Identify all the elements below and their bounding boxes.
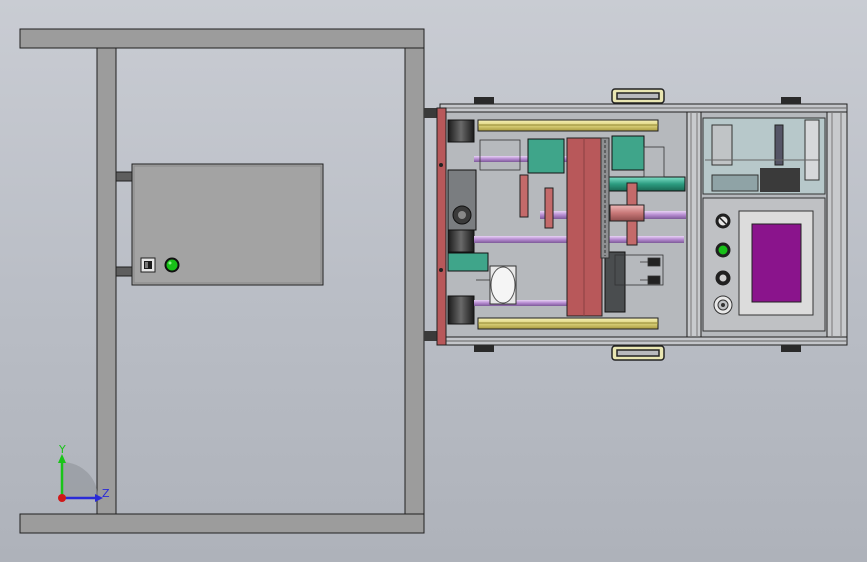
control-box[interactable] [131, 163, 324, 286]
origin-icon [58, 494, 66, 502]
emergency-stop-icon[interactable] [715, 213, 731, 229]
machine-assembly[interactable] [424, 88, 848, 361]
cad-viewport[interactable]: Y Z [0, 0, 867, 562]
frame-top-beam[interactable] [19, 28, 425, 49]
touch-screen[interactable] [751, 223, 802, 303]
rocker-switch-icon[interactable] [140, 257, 156, 273]
y-axis-label: Y [58, 443, 66, 456]
green-start-button-icon[interactable] [715, 242, 731, 258]
top-handle[interactable] [611, 88, 665, 104]
knob-icon[interactable] [713, 295, 733, 315]
operator-panel[interactable] [702, 197, 826, 332]
black-stop-button-icon[interactable] [715, 270, 731, 286]
panel-brackets [115, 171, 133, 277]
bottom-handle[interactable] [611, 345, 665, 361]
green-indicator-light-icon[interactable] [164, 257, 180, 273]
electrical-bay [702, 117, 826, 195]
frame-bottom-beam[interactable] [19, 513, 425, 534]
frame-right-post[interactable] [404, 47, 425, 515]
frame-left-post[interactable] [96, 47, 117, 515]
z-axis-label: Z [102, 487, 110, 500]
end-plate[interactable] [436, 107, 447, 346]
drive-chain [600, 137, 610, 259]
